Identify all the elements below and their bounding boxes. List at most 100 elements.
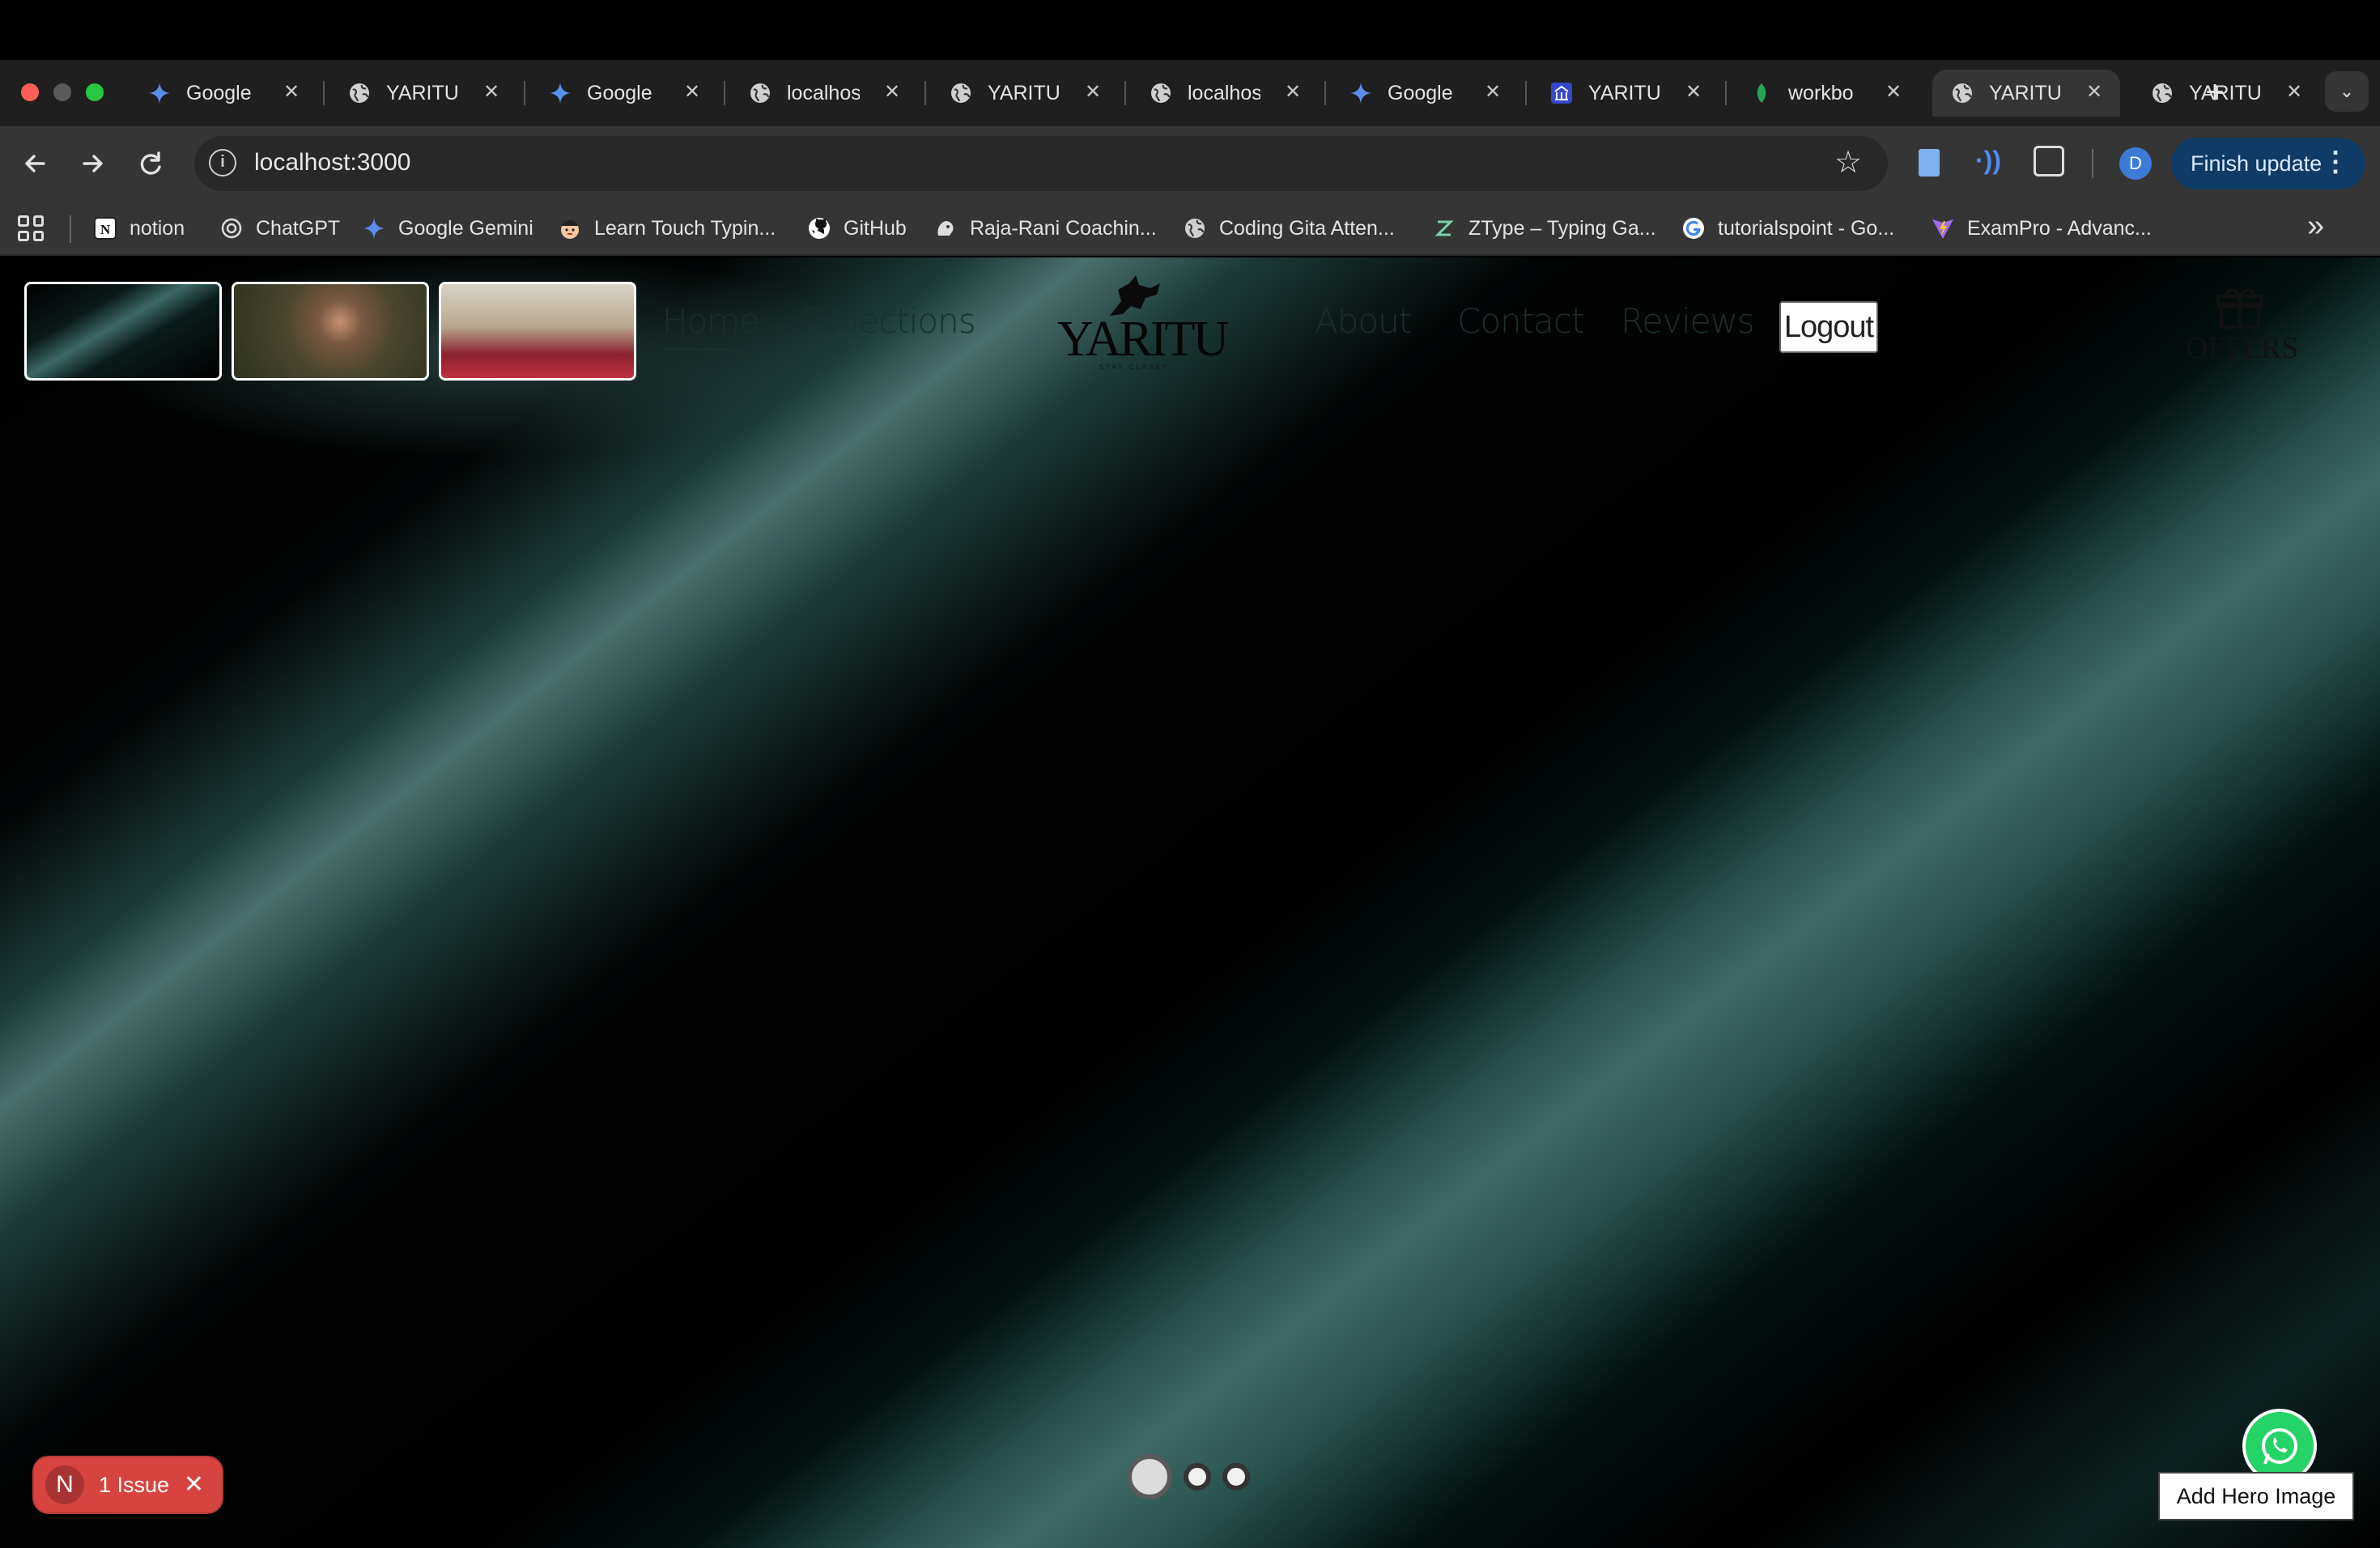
- browser-tab[interactable]: YARITU ✕: [1532, 70, 1719, 117]
- tab-close-icon[interactable]: ✕: [679, 79, 705, 105]
- reload-icon: [140, 151, 161, 175]
- globe-icon: [347, 81, 372, 105]
- svg-text:N: N: [100, 222, 111, 237]
- finish-update-label: Finish update: [2191, 151, 2323, 176]
- address-bar[interactable]: [194, 136, 1888, 191]
- tab-close-icon[interactable]: ✕: [478, 79, 504, 105]
- bookmark-label: Coding Gita Atten...: [1219, 216, 1395, 240]
- ztype-icon: [1431, 215, 1457, 241]
- tab-close-icon[interactable]: ✕: [1280, 79, 1306, 105]
- browser-tab[interactable]: Google ✕: [1331, 70, 1519, 117]
- back-button[interactable]: [18, 146, 53, 181]
- extensions-puzzle-icon[interactable]: [2034, 146, 2064, 176]
- tab-close-icon[interactable]: ✕: [278, 79, 304, 105]
- logout-button[interactable]: Logout: [1779, 301, 1878, 353]
- browser-tab[interactable]: Google ✕: [130, 70, 317, 117]
- nav-about[interactable]: About: [1315, 301, 1412, 341]
- notion-icon: N: [92, 215, 118, 241]
- bookmark-star-icon[interactable]: ☆: [1834, 144, 1862, 181]
- bookmark-item[interactable]: ZType – Typing Ga...: [1431, 212, 1656, 245]
- nav-reviews[interactable]: Reviews: [1621, 301, 1755, 341]
- hero-thumbnail-velvet[interactable]: [24, 282, 222, 381]
- globe-icon: [1182, 215, 1208, 241]
- whatsapp-icon: [2262, 1428, 2297, 1465]
- tab-title: workbo: [1788, 81, 1854, 104]
- carousel-dot[interactable]: [1127, 1454, 1172, 1499]
- google-icon: [1681, 215, 1706, 241]
- hero-thumbnail-model[interactable]: [232, 282, 429, 381]
- url-text[interactable]: localhost:3000: [254, 149, 410, 176]
- docs-extension-icon[interactable]: [1919, 149, 1940, 176]
- tab-close-icon[interactable]: ✕: [2281, 79, 2307, 105]
- tab-close-icon[interactable]: ✕: [1881, 79, 1906, 105]
- tab-close-icon[interactable]: ✕: [1681, 79, 1706, 105]
- apps-grid-icon[interactable]: [18, 215, 44, 241]
- gemini-icon: [361, 215, 387, 241]
- chatgpt-icon: [219, 215, 244, 241]
- tab-close-icon[interactable]: ✕: [879, 79, 905, 105]
- add-hero-image-button[interactable]: Add Hero Image: [2158, 1472, 2354, 1520]
- browser-tab[interactable]: localhos ✕: [1131, 70, 1319, 117]
- tab-separator: [1324, 81, 1326, 105]
- bookmark-label: notion: [130, 216, 185, 240]
- yaritu-logo[interactable]: YARITU STAY CLASSY: [1057, 274, 1229, 395]
- issue-badge[interactable]: N 1 Issue ✕: [32, 1456, 223, 1514]
- bookmark-label: Learn Touch Typin...: [594, 216, 776, 240]
- kebab-menu-icon: ⋮: [2322, 147, 2349, 177]
- nav-home[interactable]: Home: [662, 301, 760, 341]
- browser-tab[interactable]: workbo ✕: [1732, 70, 1919, 117]
- bookmark-item[interactable]: tutorialspoint - Go...: [1681, 212, 1894, 245]
- tab-separator: [724, 81, 725, 105]
- bookmark-item[interactable]: Learn Touch Typin...: [557, 212, 776, 245]
- tab-title: Google: [587, 81, 652, 104]
- finish-update-button[interactable]: Finish update ⋮: [2171, 138, 2365, 189]
- browser-tab[interactable]: YARITU ✕: [931, 70, 1119, 117]
- bookmark-item[interactable]: Nnotion: [92, 212, 185, 245]
- close-icon[interactable]: ✕: [184, 1470, 204, 1499]
- gift-icon: [2216, 288, 2263, 329]
- nav-contact[interactable]: Contact: [1457, 301, 1584, 341]
- window-maximize-button[interactable]: [86, 83, 104, 101]
- reload-button[interactable]: [133, 146, 168, 181]
- browser-tab[interactable]: Google ✕: [530, 70, 718, 117]
- chevron-down-icon: ⌄: [2339, 81, 2355, 101]
- tab-close-icon[interactable]: ✕: [1080, 79, 1106, 105]
- vite-icon: [1930, 215, 1956, 241]
- globe-icon: [1149, 81, 1173, 105]
- tab-search-button[interactable]: ⌄: [2325, 71, 2369, 112]
- tab-title: localhos: [1188, 81, 1260, 104]
- carousel-dot[interactable]: [1222, 1463, 1250, 1491]
- forward-button[interactable]: [74, 146, 110, 181]
- globe-icon: [2150, 81, 2174, 105]
- bookmark-item[interactable]: ChatGPT: [219, 212, 340, 245]
- bookmark-item[interactable]: ExamPro - Advanc...: [1930, 212, 2152, 245]
- globe-icon: [748, 81, 772, 105]
- tab-separator: [1725, 81, 1727, 105]
- bookmark-item[interactable]: Google Gemini: [361, 212, 533, 245]
- tab-close-icon[interactable]: ✕: [1480, 79, 1506, 105]
- window-close-button[interactable]: [21, 83, 39, 101]
- window-minimize-button[interactable]: [53, 83, 71, 101]
- gemini-icon: [548, 81, 572, 105]
- tab-title: YARITU: [1588, 81, 1661, 104]
- browser-tab[interactable]: YARITU ✕: [1932, 70, 2120, 117]
- tab-close-icon[interactable]: ✕: [2081, 79, 2107, 105]
- bookmark-item[interactable]: Coding Gita Atten...: [1182, 212, 1395, 245]
- bookmark-label: ChatGPT: [256, 216, 341, 240]
- browser-tab[interactable]: YARITU ✕: [329, 70, 517, 117]
- bookmark-item[interactable]: GitHub: [806, 212, 907, 245]
- bookmark-label: GitHub: [844, 216, 907, 240]
- nav-collections[interactable]: Collections: [798, 301, 976, 341]
- carousel-dot[interactable]: [1184, 1463, 1211, 1491]
- browser-tab[interactable]: localhos ✕: [730, 70, 918, 117]
- bookmarks-overflow-button[interactable]: »: [2307, 209, 2324, 244]
- gemini-icon: [147, 81, 172, 105]
- tab-separator: [524, 81, 525, 105]
- leaf-icon: [1749, 81, 1774, 105]
- hero-thumbnail-store[interactable]: [439, 282, 636, 381]
- audio-extension-icon[interactable]: ·)): [1975, 146, 2001, 176]
- bookmark-item[interactable]: Raja-Rani Coachin...: [933, 212, 1157, 245]
- site-info-icon[interactable]: i: [209, 149, 236, 176]
- profile-avatar[interactable]: D: [2119, 147, 2152, 180]
- new-tab-button[interactable]: +: [2199, 74, 2231, 110]
